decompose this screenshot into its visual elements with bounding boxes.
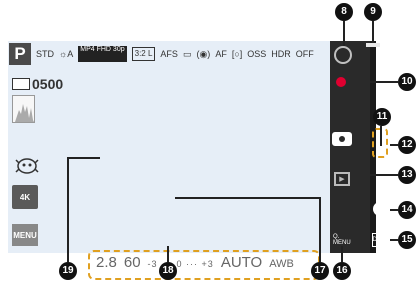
callout-18: 18: [159, 262, 177, 280]
leader-line: [390, 239, 398, 241]
leader-line: [67, 157, 100, 159]
leader-line: [343, 21, 345, 46]
metering-icon: (◉): [196, 48, 211, 59]
top-info-row: STD ☼A MP4 FHD 30p 3:2 L AFS ▭ (◉) AF [○…: [36, 44, 326, 64]
brightness-icon[interactable]: [373, 202, 387, 216]
display-button[interactable]: DISP.: [372, 233, 388, 247]
white-balance-value: AWB: [269, 258, 294, 270]
callout-9: 9: [364, 3, 382, 21]
menu-button[interactable]: MENU: [12, 224, 38, 246]
leader-line: [380, 126, 382, 146]
remaining-shots-count: 0500: [32, 76, 64, 92]
leader-line: [370, 81, 398, 83]
exposure-scale: -3 ··· 0 ··· +3: [147, 259, 214, 269]
histogram-curve: [15, 104, 34, 122]
photo-style-icon: STD: [36, 49, 54, 59]
callout-8: 8: [335, 3, 353, 21]
leader-line: [175, 197, 319, 199]
callout-19: 19: [59, 262, 77, 280]
card-icon: [12, 78, 30, 90]
leader-line: [319, 197, 321, 262]
picture-size-icon: 3:2 L: [131, 47, 156, 61]
callout-14: 14: [398, 201, 416, 219]
leader-line: [390, 144, 398, 146]
focus-mode-icon: AFS: [160, 49, 178, 59]
leader-line: [372, 21, 374, 43]
dial-operation-icon[interactable]: [334, 46, 352, 64]
aperture-value: 2.8: [96, 254, 117, 271]
face-eye-detection-icon: [13, 157, 41, 175]
face-detect-icon: [○]: [231, 49, 243, 59]
histogram: [12, 95, 35, 123]
slider-icon[interactable]: [366, 43, 380, 47]
callout-16: 16: [333, 262, 351, 280]
leader-line: [370, 174, 398, 176]
shutter-button-icon[interactable]: [332, 132, 352, 146]
leader-line: [390, 209, 398, 211]
remaining-shots: 0500: [12, 76, 63, 92]
callout-10: 10: [398, 73, 416, 91]
leader-line: [167, 246, 169, 262]
stabilizer-icon: OSS: [247, 49, 267, 59]
callout-12: 12: [398, 136, 416, 154]
leader-line: [67, 157, 69, 262]
touch-tab-panel: [330, 41, 370, 253]
recording-format-icon: MP4 FHD 30p: [78, 46, 127, 62]
af-area-icon: ▭: [182, 48, 192, 59]
shutter-speed-value: 60: [123, 254, 141, 271]
callout-15: 15: [398, 231, 416, 249]
hdr-icon: HDR: [271, 49, 291, 59]
flash-off-icon: OFF: [295, 49, 314, 59]
callout-13: 13: [398, 166, 416, 184]
4k-photo-icon[interactable]: 4K: [12, 185, 38, 209]
af-label-icon: AF: [215, 49, 227, 59]
white-balance-icon: ☼A: [59, 49, 74, 59]
iso-value: AUTO: [220, 254, 263, 271]
camera-lcd-screen: [8, 41, 330, 253]
recording-info: 2.8 60 -3 ··· 0 ··· +3 AUTO AWB: [96, 254, 294, 271]
callout-17: 17: [311, 262, 329, 280]
record-button[interactable]: [336, 77, 346, 87]
leader-line: [341, 246, 343, 262]
recording-mode-indicator: P: [9, 43, 31, 65]
callout-11: 11: [373, 108, 391, 126]
playback-button[interactable]: ▶: [334, 172, 350, 186]
